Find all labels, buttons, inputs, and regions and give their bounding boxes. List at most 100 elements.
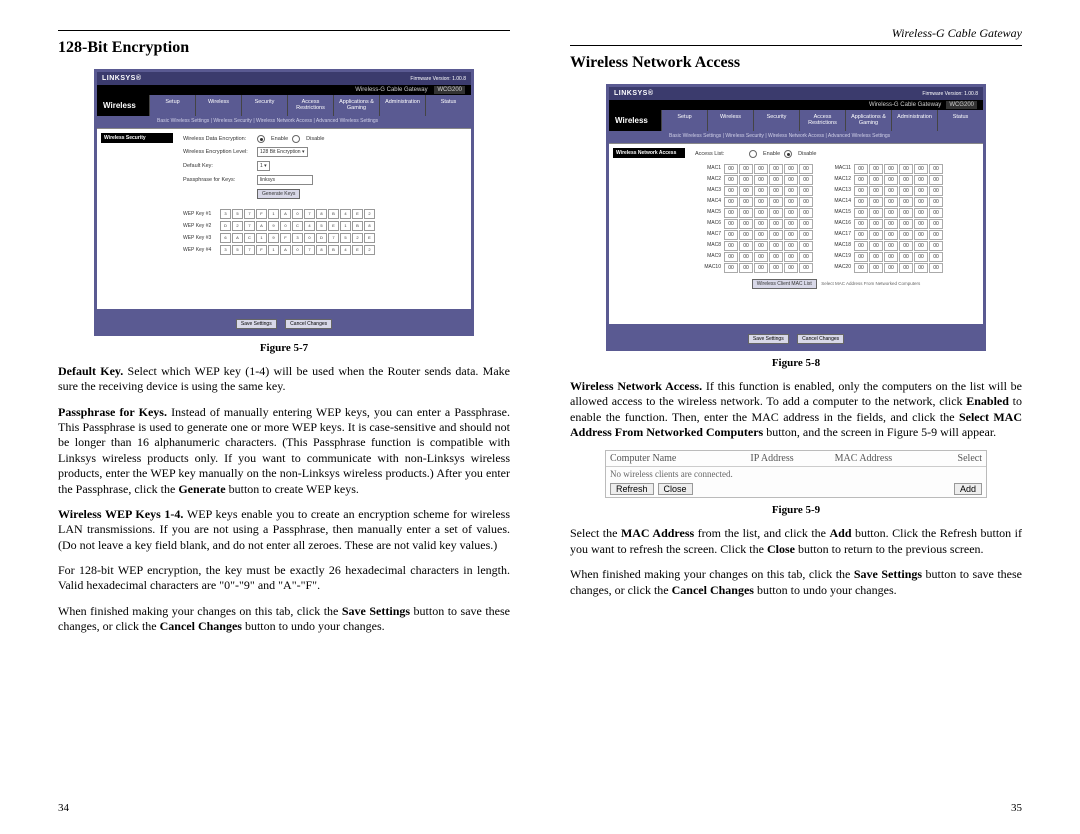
mac-octet-input[interactable]: 00 (854, 263, 868, 273)
close-button[interactable]: Close (658, 483, 693, 495)
cancel-changes-button[interactable]: Cancel Changes (285, 319, 332, 329)
mac-octet-input[interactable]: 00 (724, 252, 738, 262)
generate-keys-button[interactable]: Generate Keys (257, 189, 300, 199)
refresh-button[interactable]: Refresh (610, 483, 654, 495)
mac-octet-input[interactable]: 00 (869, 186, 883, 196)
mac-octet-input[interactable]: 00 (899, 164, 913, 174)
mac-octet-input[interactable]: 00 (899, 197, 913, 207)
mac-octet-input[interactable]: 00 (914, 208, 928, 218)
mac-octet-input[interactable]: 00 (854, 175, 868, 185)
tab-access[interactable]: Access Restrictions (287, 95, 333, 116)
mac-octet-input[interactable]: 00 (869, 263, 883, 273)
mac-octet-input[interactable]: 00 (769, 241, 783, 251)
mac-octet-input[interactable]: 00 (724, 164, 738, 174)
tab-status-8[interactable]: Status (937, 110, 983, 131)
tab-setup-8[interactable]: Setup (661, 110, 707, 131)
mac-octet-input[interactable]: 00 (914, 197, 928, 207)
mac-octet-input[interactable]: 00 (899, 241, 913, 251)
mac-octet-input[interactable]: 00 (869, 164, 883, 174)
mac-octet-input[interactable]: 00 (899, 252, 913, 262)
mac-octet-input[interactable]: 00 (914, 164, 928, 174)
mac-octet-input[interactable]: 00 (854, 219, 868, 229)
mac-octet-input[interactable]: 00 (884, 208, 898, 218)
mac-octet-input[interactable]: 00 (914, 219, 928, 229)
tab-access-8[interactable]: Access Restrictions (799, 110, 845, 131)
mac-octet-input[interactable]: 00 (914, 241, 928, 251)
mac-octet-input[interactable]: 00 (869, 197, 883, 207)
mac-octet-input[interactable]: 00 (769, 263, 783, 273)
mac-octet-input[interactable]: 00 (769, 186, 783, 196)
mac-octet-input[interactable]: 00 (784, 219, 798, 229)
save-settings-button-8[interactable]: Save Settings (748, 334, 789, 344)
tab-security[interactable]: Security (241, 95, 287, 116)
mac-octet-input[interactable]: 00 (784, 208, 798, 218)
mac-octet-input[interactable]: 00 (869, 241, 883, 251)
wireless-client-mac-list-button[interactable]: Wireless Client MAC List (752, 279, 817, 289)
mac-octet-input[interactable]: 00 (754, 175, 768, 185)
mac-octet-input[interactable]: 00 (799, 230, 813, 240)
mac-octet-input[interactable]: 00 (884, 263, 898, 273)
mac-octet-input[interactable]: 00 (754, 241, 768, 251)
mac-octet-input[interactable]: 00 (929, 175, 943, 185)
radio-access-enable[interactable] (749, 150, 757, 158)
mac-octet-input[interactable]: 00 (724, 241, 738, 251)
mac-octet-input[interactable]: 00 (899, 186, 913, 196)
tab-apps[interactable]: Applications & Gaming (333, 95, 379, 116)
mac-octet-input[interactable]: 00 (754, 186, 768, 196)
mac-octet-input[interactable]: 00 (769, 197, 783, 207)
mac-octet-input[interactable]: 00 (784, 164, 798, 174)
tab-apps-8[interactable]: Applications & Gaming (845, 110, 891, 131)
mac-octet-input[interactable]: 00 (884, 230, 898, 240)
mac-octet-input[interactable]: 00 (929, 252, 943, 262)
mac-octet-input[interactable]: 00 (854, 197, 868, 207)
mac-octet-input[interactable]: 00 (914, 230, 928, 240)
mac-octet-input[interactable]: 00 (929, 230, 943, 240)
mac-octet-input[interactable]: 00 (799, 175, 813, 185)
input-passphrase[interactable]: linksys (257, 175, 313, 185)
mac-octet-input[interactable]: 00 (884, 164, 898, 174)
mac-octet-input[interactable]: 00 (854, 186, 868, 196)
mac-octet-input[interactable]: 00 (854, 164, 868, 174)
mac-octet-input[interactable]: 00 (869, 219, 883, 229)
mac-octet-input[interactable]: 00 (854, 252, 868, 262)
mac-octet-input[interactable]: 00 (769, 219, 783, 229)
mac-octet-input[interactable]: 00 (899, 230, 913, 240)
tab-wireless-8[interactable]: Wireless (707, 110, 753, 131)
mac-octet-input[interactable]: 00 (884, 241, 898, 251)
mac-octet-input[interactable]: 00 (799, 197, 813, 207)
mac-octet-input[interactable]: 00 (799, 219, 813, 229)
mac-octet-input[interactable]: 00 (929, 263, 943, 273)
mac-octet-input[interactable]: 00 (784, 252, 798, 262)
mac-octet-input[interactable]: 00 (769, 230, 783, 240)
tab-status[interactable]: Status (425, 95, 471, 116)
mac-octet-input[interactable]: 00 (769, 175, 783, 185)
tab-admin-8[interactable]: Administration (891, 110, 937, 131)
select-default-key[interactable]: 1 ▾ (257, 161, 270, 171)
mac-octet-input[interactable]: 00 (769, 164, 783, 174)
mac-octet-input[interactable]: 00 (799, 186, 813, 196)
mac-octet-input[interactable]: 00 (869, 230, 883, 240)
tab-security-8[interactable]: Security (753, 110, 799, 131)
mac-octet-input[interactable]: 00 (739, 186, 753, 196)
mac-octet-input[interactable]: 00 (799, 241, 813, 251)
mac-octet-input[interactable]: 00 (869, 208, 883, 218)
mac-octet-input[interactable]: 00 (754, 164, 768, 174)
mac-octet-input[interactable]: 00 (739, 252, 753, 262)
mac-octet-input[interactable]: 00 (929, 164, 943, 174)
mac-octet-input[interactable]: 00 (799, 208, 813, 218)
mac-octet-input[interactable]: 00 (929, 186, 943, 196)
add-button[interactable]: Add (954, 483, 982, 495)
mac-octet-input[interactable]: 00 (899, 175, 913, 185)
mac-octet-input[interactable]: 00 (929, 241, 943, 251)
mac-octet-input[interactable]: 00 (754, 208, 768, 218)
mac-octet-input[interactable]: 00 (784, 230, 798, 240)
mac-octet-input[interactable]: 00 (769, 208, 783, 218)
mac-octet-input[interactable]: 00 (854, 208, 868, 218)
mac-octet-input[interactable]: 00 (739, 230, 753, 240)
mac-octet-input[interactable]: 00 (854, 241, 868, 251)
mac-octet-input[interactable]: 00 (799, 263, 813, 273)
mac-octet-input[interactable]: 00 (914, 186, 928, 196)
mac-octet-input[interactable]: 00 (784, 175, 798, 185)
mac-octet-input[interactable]: 00 (899, 208, 913, 218)
mac-octet-input[interactable]: 00 (884, 252, 898, 262)
